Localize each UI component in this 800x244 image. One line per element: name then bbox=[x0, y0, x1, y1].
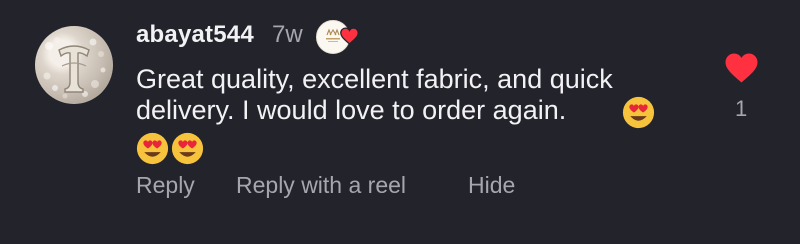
reply-button[interactable]: Reply bbox=[136, 172, 195, 199]
heart-eyes-icon bbox=[622, 96, 655, 129]
hide-button[interactable]: Hide bbox=[468, 172, 515, 199]
heart-eyes-emoji bbox=[622, 96, 655, 129]
comment-timestamp: 7w bbox=[272, 21, 303, 48]
comment-item: abayat544 7w Great quality, excellent fa… bbox=[0, 0, 800, 244]
username[interactable]: abayat544 bbox=[136, 21, 254, 49]
like-heart-icon[interactable] bbox=[723, 52, 760, 84]
trailing-emojis bbox=[136, 132, 204, 166]
author-heart-icon bbox=[340, 27, 359, 45]
comment-text-line: Great quality, excellent fabric, and qui… bbox=[136, 64, 613, 94]
author-liked-badge bbox=[316, 19, 360, 54]
comment-text: Great quality, excellent fabric, and qui… bbox=[136, 64, 696, 126]
heart-eyes-icon bbox=[171, 132, 204, 165]
reply-with-reel-button[interactable]: Reply with a reel bbox=[236, 172, 406, 199]
comment-text-line: delivery. I would love to order again. bbox=[136, 95, 567, 125]
like-count: 1 bbox=[735, 96, 748, 121]
avatar[interactable] bbox=[35, 26, 113, 104]
avatar-image bbox=[43, 37, 106, 99]
heart-eyes-icon bbox=[136, 132, 169, 165]
